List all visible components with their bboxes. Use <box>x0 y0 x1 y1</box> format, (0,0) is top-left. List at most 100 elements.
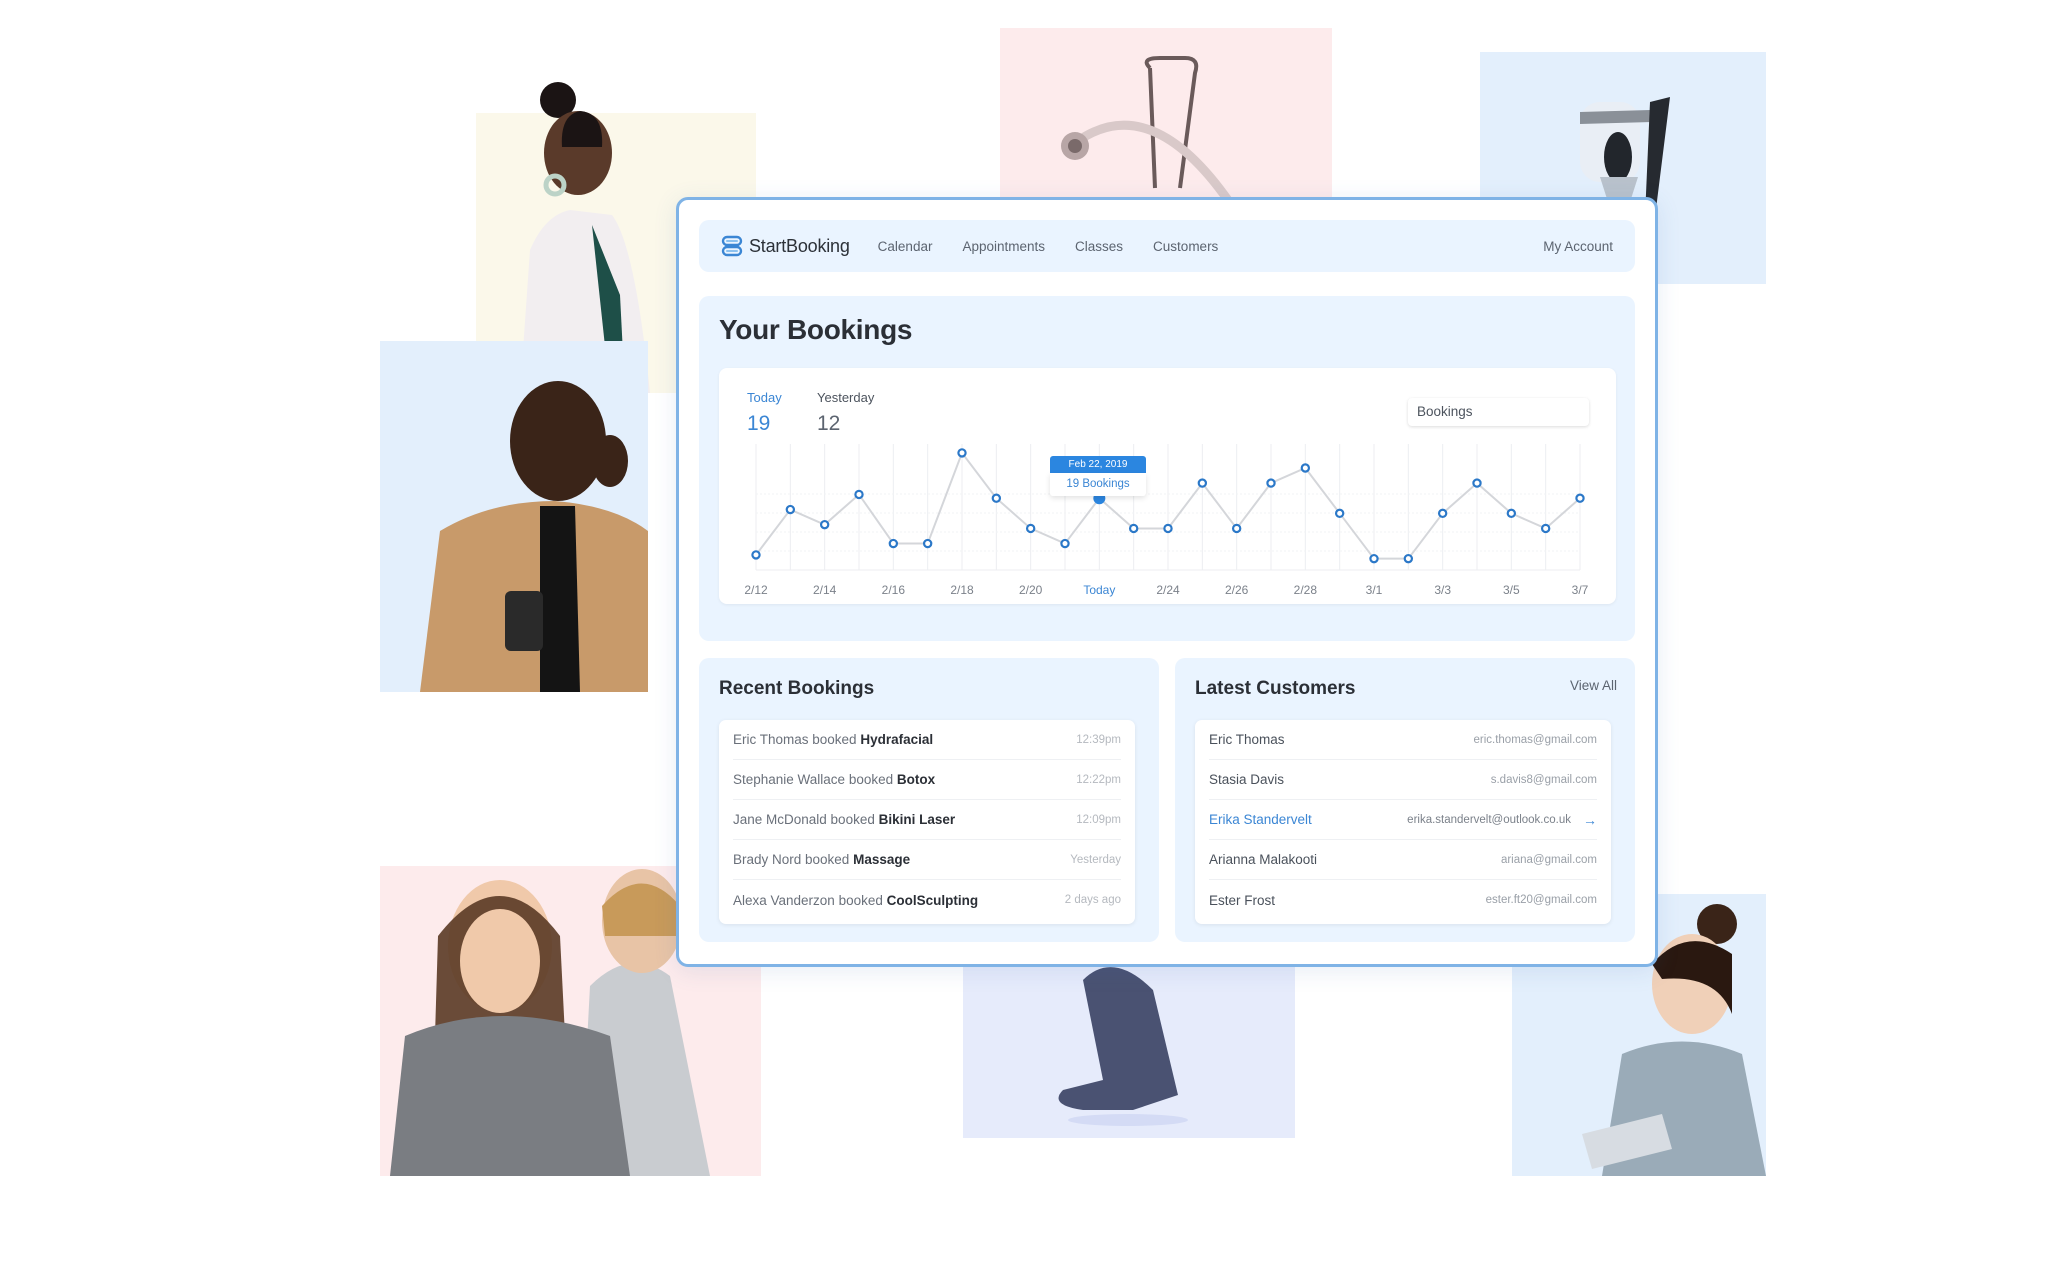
booking-service: Hydrafacial <box>860 732 934 747</box>
data-point[interactable] <box>1472 478 1482 488</box>
booking-who: Brady Nord booked <box>733 852 854 867</box>
x-tick-label: 3/5 <box>1503 583 1520 597</box>
data-point[interactable] <box>957 448 967 458</box>
booking-row[interactable]: Stephanie Wallace booked Botox 12:22pm <box>733 760 1121 800</box>
booking-row[interactable]: Eric Thomas booked Hydrafacial 12:39pm <box>733 720 1121 760</box>
x-tick-label: 2/18 <box>950 583 974 597</box>
booking-service: Botox <box>896 772 936 787</box>
data-point[interactable] <box>922 538 933 549</box>
x-tick-label: 2/20 <box>1019 583 1043 597</box>
data-point[interactable] <box>785 504 796 515</box>
x-axis-ticks: 2/12 2/14 2/16 2/18 2/20 Today 2/24 2/26 2/28 3/1… <box>744 583 1588 597</box>
customer-name: Eric Thomas <box>1209 732 1285 747</box>
x-tick-label: 3/1 <box>1366 583 1383 597</box>
brand-name: StartBooking <box>749 235 850 256</box>
customer-email-wrap: erika.standervelt@outlook.co.uk → <box>1407 812 1597 828</box>
latest-customers-panel: Latest Customers View All Eric Thomas er… <box>1175 658 1635 942</box>
nav-calendar[interactable]: Calendar <box>878 239 933 254</box>
x-tick-label: 2/28 <box>1294 583 1318 597</box>
booking-who: Alexa Vanderzon booked <box>733 892 887 908</box>
booking-service: Massage <box>853 852 911 867</box>
x-tick-label: 2/14 <box>813 583 837 597</box>
startbooking-logo-icon <box>721 235 743 257</box>
booking-text: Eric Thomas booked Hydrafacial <box>733 732 933 747</box>
nav-customers[interactable]: Customers <box>1153 239 1218 254</box>
booking-time: 12:09pm <box>1076 813 1121 826</box>
brand-logo[interactable]: StartBooking <box>721 235 850 257</box>
data-point[interactable] <box>1128 523 1139 534</box>
x-tick-label: 3/7 <box>1572 583 1589 597</box>
photo-stethoscope <box>1000 28 1332 203</box>
data-point[interactable] <box>991 493 1002 503</box>
photo-man-on-phone <box>380 341 648 692</box>
booking-row[interactable]: Alexa Vanderzon booked CoolSculpting 2 d… <box>733 880 1121 920</box>
booking-service: Bikini Laser <box>878 812 956 827</box>
data-point[interactable] <box>1060 538 1070 549</box>
dashboard-window: StartBooking Calendar Appointments Class… <box>676 197 1658 967</box>
stethoscope-icon <box>1061 56 1234 203</box>
booking-time: 12:22pm <box>1076 773 1121 786</box>
booking-time: 2 days ago <box>1064 894 1121 906</box>
booking-service: CoolSculpting <box>886 892 979 908</box>
customer-name: Erika Standervelt <box>1209 812 1312 827</box>
customer-row[interactable]: Stasia Davis s.davis8@gmail.com <box>1209 760 1597 800</box>
x-tick-label: Today <box>1083 583 1115 597</box>
x-tick-label: 2/26 <box>1225 583 1249 597</box>
customer-name: Arianna Malakooti <box>1209 852 1318 867</box>
yoga-figure-icon <box>1058 967 1188 1126</box>
booking-who: Stephanie Wallace booked <box>733 772 897 787</box>
tooltip-value: 19 Bookings <box>1050 473 1146 496</box>
x-tick-label: 2/24 <box>1156 583 1180 597</box>
customer-row[interactable]: Eric Thomas eric.thomas@gmail.com <box>1209 720 1597 760</box>
recent-bookings-title: Recent Bookings <box>719 678 875 699</box>
data-point[interactable] <box>1197 478 1208 488</box>
data-point[interactable] <box>751 550 761 560</box>
x-tick-label: 2/16 <box>882 583 906 597</box>
data-point[interactable] <box>888 538 899 549</box>
data-point[interactable] <box>1300 463 1311 473</box>
data-point[interactable] <box>1575 493 1585 503</box>
photo-yoga <box>963 960 1295 1138</box>
customer-name: Stasia Davis <box>1209 772 1285 787</box>
data-point[interactable] <box>819 519 830 530</box>
data-point[interactable] <box>1163 523 1173 534</box>
data-point[interactable] <box>1369 553 1379 564</box>
latest-customers-list: Eric Thomas eric.thomas@gmail.com Stasia… <box>1195 720 1611 924</box>
customer-email: erika.standervelt@outlook.co.uk <box>1407 813 1571 826</box>
man-figure-icon <box>420 381 648 692</box>
customer-row[interactable]: Ester Frost ester.ft20@gmail.com <box>1209 880 1597 920</box>
view-all-link[interactable]: View All <box>1570 678 1617 693</box>
top-navbar: StartBooking Calendar Appointments Class… <box>699 220 1635 272</box>
page-title: Your Bookings <box>719 314 913 345</box>
booking-who: Jane McDonald booked <box>733 812 879 827</box>
arrow-right-icon[interactable]: → <box>1583 812 1597 828</box>
bookings-panel: Your Bookings Today 19 Yesterday 12 Book… <box>699 296 1635 641</box>
nav-my-account[interactable]: My Account <box>1543 239 1613 254</box>
tooltip-date: Feb 22, 2019 <box>1050 456 1146 473</box>
data-point[interactable] <box>1540 523 1551 534</box>
data-point[interactable] <box>1403 553 1414 564</box>
chart-tooltip: Feb 22, 2019 19 Bookings <box>1050 456 1146 496</box>
nav-classes[interactable]: Classes <box>1075 239 1123 254</box>
bookings-line-chart: 2/12 2/14 2/16 2/18 2/20 Today 2/24 2/26 2/28 3/1… <box>744 444 1589 597</box>
data-point[interactable] <box>1506 508 1517 519</box>
customer-row-hovered[interactable]: Erika Standervelt erika.standervelt@outl… <box>1209 800 1597 840</box>
booking-text: Jane McDonald booked Bikini Laser <box>733 812 955 827</box>
data-point[interactable] <box>854 489 864 500</box>
customer-email: ester.ft20@gmail.com <box>1485 894 1597 906</box>
bookings-chart-card: Today 19 Yesterday 12 Bookings 2/12 2/14 2… <box>719 368 1616 604</box>
booking-row[interactable]: Jane McDonald booked Bikini Laser 12:09p… <box>733 800 1121 840</box>
data-point[interactable] <box>1266 478 1276 488</box>
x-tick-label: 3/3 <box>1434 583 1451 597</box>
nav-appointments[interactable]: Appointments <box>962 239 1045 254</box>
customer-email: ariana@gmail.com <box>1500 853 1597 866</box>
data-point[interactable] <box>1025 523 1036 534</box>
booking-row[interactable]: Brady Nord booked Massage Yesterday <box>733 840 1121 880</box>
data-point[interactable] <box>1334 508 1345 519</box>
data-point[interactable] <box>1437 508 1448 519</box>
customer-row[interactable]: Arianna Malakooti ariana@gmail.com <box>1209 840 1597 880</box>
data-point[interactable] <box>1231 523 1242 534</box>
booking-who: Eric Thomas booked <box>733 732 861 747</box>
x-tick-label: 2/12 <box>744 583 768 597</box>
customer-email: eric.thomas@gmail.com <box>1473 733 1597 746</box>
